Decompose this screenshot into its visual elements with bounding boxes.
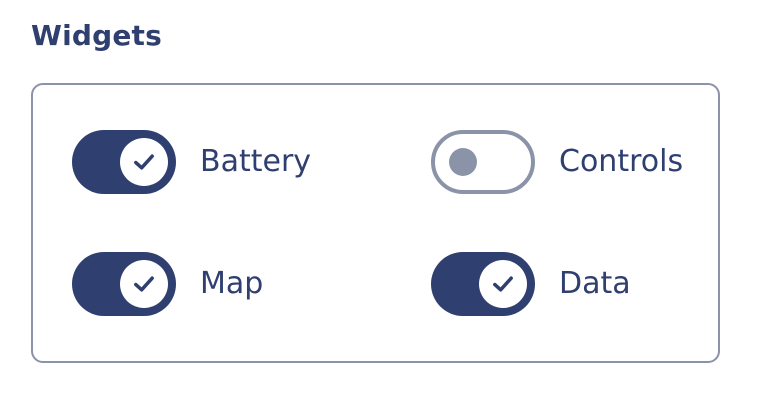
toggle-knob[interactable] [120, 260, 168, 308]
data-label: Data [559, 266, 631, 301]
check-icon [489, 270, 517, 298]
map-label: Map [200, 266, 264, 301]
widgets-card [31, 83, 720, 363]
battery-label: Battery [200, 144, 312, 179]
map-toggle[interactable] [72, 252, 176, 316]
controls-toggle[interactable] [431, 130, 535, 194]
data-toggle[interactable] [431, 252, 535, 316]
battery-toggle[interactable] [72, 130, 176, 194]
controls-label: Controls [559, 144, 684, 179]
toggle-knob[interactable] [449, 148, 477, 176]
toggle-knob[interactable] [120, 138, 168, 186]
check-icon [130, 270, 158, 298]
section-title: Widgets [31, 19, 163, 52]
widget-data[interactable]: Data [431, 252, 631, 316]
check-icon [130, 148, 158, 176]
widget-map[interactable]: Map [72, 252, 263, 316]
widget-battery[interactable]: Battery [72, 130, 311, 194]
widget-controls[interactable]: Controls [431, 130, 683, 194]
toggle-knob[interactable] [479, 260, 527, 308]
